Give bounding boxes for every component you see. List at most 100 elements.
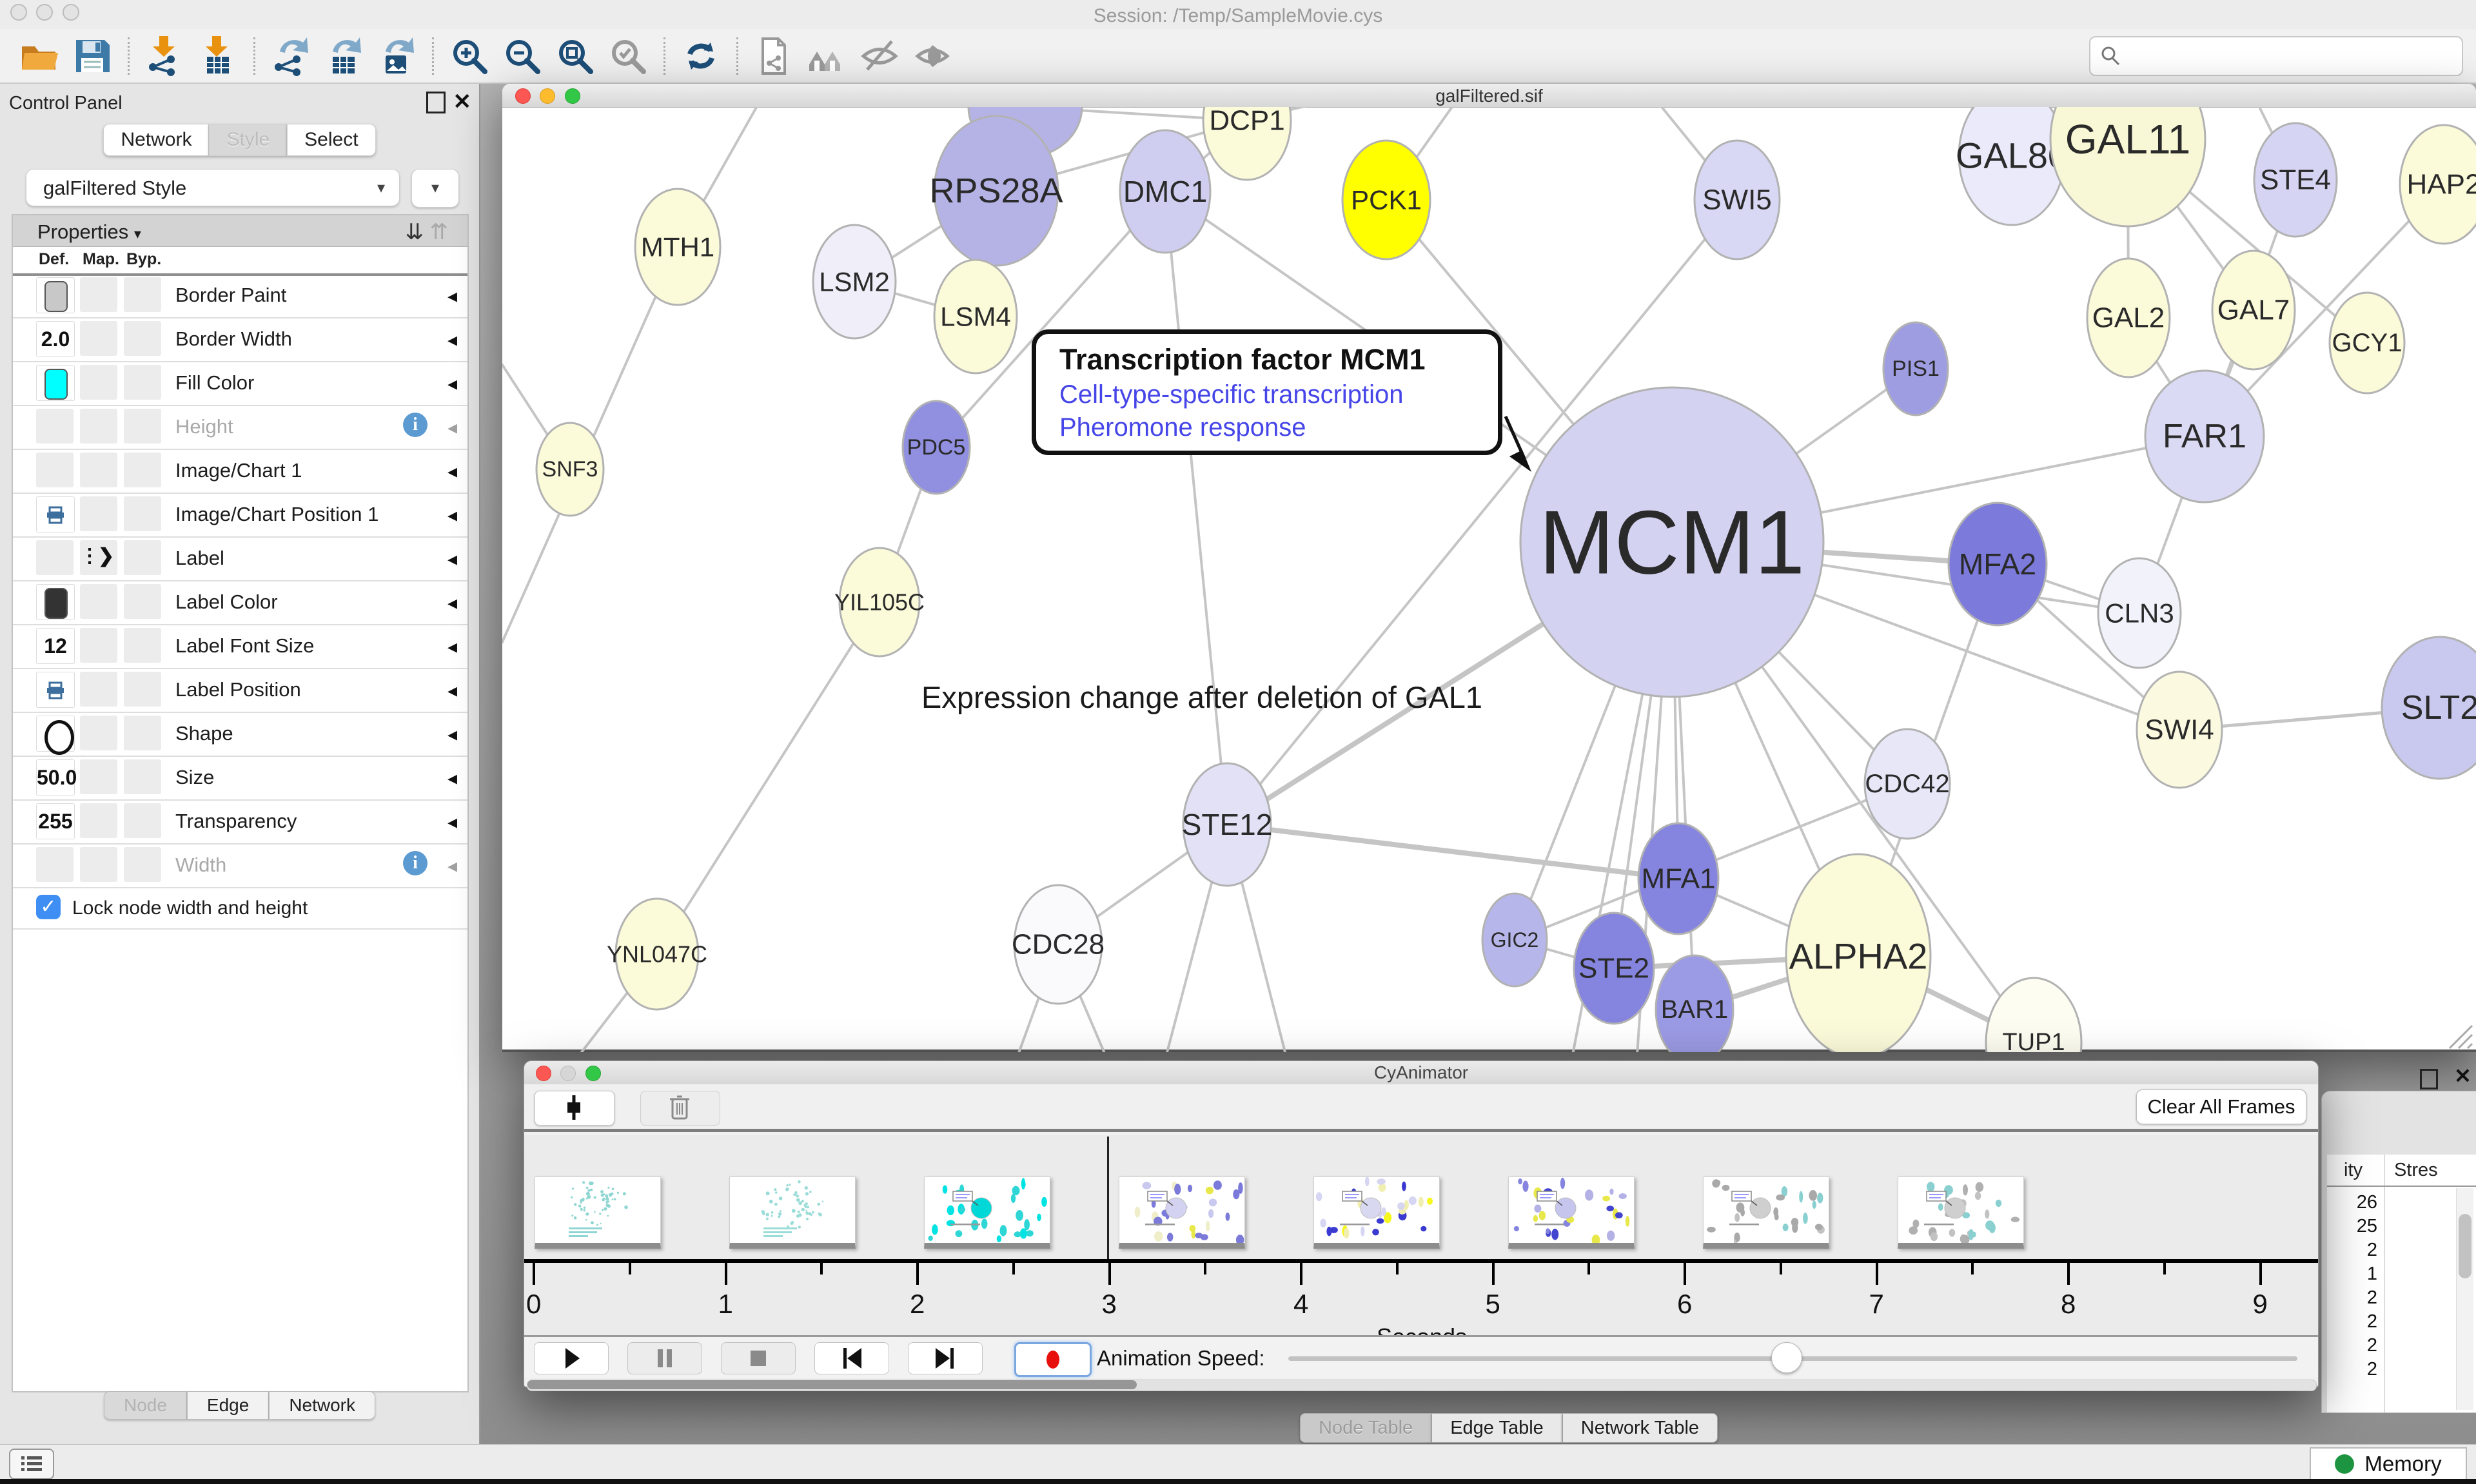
search-input[interactable]	[2121, 44, 2462, 68]
property-row-label-font-size[interactable]: 12Label Font Size◂	[13, 624, 467, 669]
scrollbar-thumb[interactable]	[527, 1380, 1137, 1389]
table-cell-value[interactable]: 2	[2327, 1359, 2377, 1380]
save-icon[interactable]	[71, 35, 113, 77]
def-cell[interactable]: 12	[36, 628, 75, 664]
network-node-ste12[interactable]: STE12	[1182, 763, 1273, 886]
property-row-image-chart-1[interactable]: Image/Chart 1◂	[13, 449, 467, 494]
expand-row-icon[interactable]: ◂	[447, 636, 457, 658]
color-swatch[interactable]	[44, 369, 68, 400]
add-frame-button[interactable]	[535, 1091, 614, 1126]
map-cell[interactable]	[80, 277, 117, 312]
network-window-titlebar[interactable]: galFiltered.sif	[502, 84, 2476, 108]
network-node-cln3[interactable]: CLN3	[2098, 558, 2181, 668]
def-cell[interactable]: 2.0	[36, 321, 75, 357]
byp-cell[interactable]	[124, 321, 161, 356]
zoom-selected-icon[interactable]	[607, 35, 649, 77]
property-row-shape[interactable]: Shape◂	[13, 712, 467, 757]
network-node-ynl047c[interactable]: YNL047C	[607, 899, 707, 1010]
tab-style[interactable]: Style	[209, 124, 287, 156]
map-cell[interactable]	[80, 365, 117, 400]
float-panel-icon[interactable]	[426, 92, 446, 113]
network-node-gic2[interactable]: GIC2	[1482, 893, 1547, 986]
close-table-panel-icon[interactable]: ✕	[2454, 1064, 2471, 1088]
property-row-size[interactable]: 50.0Size◂	[13, 756, 467, 801]
map-cell[interactable]	[80, 847, 117, 882]
expand-row-icon[interactable]: ◂	[447, 811, 457, 834]
expand-row-icon[interactable]: ◂	[447, 855, 457, 877]
network-node-ste4[interactable]: STE4	[2254, 123, 2337, 237]
memory-button[interactable]: Memory	[2310, 1447, 2467, 1481]
delete-frame-button[interactable]	[640, 1091, 720, 1126]
byp-cell[interactable]	[124, 803, 161, 838]
network-node-alpha2[interactable]: ALPHA2	[1786, 854, 1931, 1052]
byp-cell[interactable]	[124, 409, 161, 444]
open-folder-icon[interactable]	[18, 35, 61, 77]
def-cell[interactable]	[36, 453, 74, 487]
tab-edge-table[interactable]: Edge Table	[1431, 1413, 1562, 1443]
def-cell[interactable]	[36, 365, 75, 401]
frame-thumbnail-7[interactable]	[1703, 1176, 1829, 1249]
byp-cell[interactable]	[124, 628, 161, 663]
zoom-in-icon[interactable]	[448, 35, 491, 77]
property-row-border-width[interactable]: 2.0Border Width◂	[13, 317, 467, 362]
float-table-panel-icon[interactable]	[2420, 1069, 2438, 1089]
map-cell[interactable]: ⋮❯	[80, 540, 117, 575]
clear-all-frames-button[interactable]: Clear All Frames	[2136, 1089, 2306, 1124]
network-node-gal2[interactable]: GAL2	[2087, 259, 2170, 377]
def-cell[interactable]	[36, 540, 74, 575]
network-node-swi4[interactable]: SWI4	[2137, 672, 2222, 788]
def-cell[interactable]	[36, 716, 75, 752]
panel-tab-network[interactable]: Network	[269, 1391, 375, 1420]
network-node-gcy1[interactable]: GCY1	[2330, 293, 2404, 393]
export-image-icon[interactable]	[375, 35, 418, 77]
network-node-mfa1[interactable]: MFA1	[1638, 823, 1718, 934]
expand-row-icon[interactable]: ◂	[447, 767, 457, 790]
frame-thumbnail-1[interactable]	[535, 1176, 661, 1249]
table-column-header[interactable]: Stres	[2394, 1160, 2438, 1181]
def-cell[interactable]	[36, 584, 75, 620]
close-panel-icon[interactable]: ✕	[453, 89, 472, 115]
byp-cell[interactable]	[124, 584, 161, 619]
network-node-dcp1[interactable]: DCP1	[1203, 107, 1291, 180]
def-cell[interactable]: 50.0	[36, 759, 75, 796]
property-row-height[interactable]: Heighti◂	[13, 405, 467, 450]
mcm1-annotation[interactable]: Transcription factor MCM1 Cell-type-spec…	[1032, 329, 1502, 455]
info-icon[interactable]: i	[403, 851, 427, 875]
expand-row-icon[interactable]: ◂	[447, 416, 457, 439]
export-table-icon[interactable]	[322, 35, 365, 77]
style-selector[interactable]: galFiltered Style ▾	[26, 169, 400, 206]
hide-selected-icon[interactable]	[858, 35, 901, 77]
network-node-mfa2[interactable]: MFA2	[1949, 503, 2047, 625]
property-row-label-position[interactable]: Label Position◂	[13, 668, 467, 713]
def-cell[interactable]	[36, 277, 75, 313]
cyanimator-scrollbar[interactable]	[527, 1380, 2317, 1391]
color-swatch[interactable]	[44, 588, 68, 619]
default-value[interactable]: 2.0	[37, 322, 74, 356]
ellipse-shape-icon[interactable]	[44, 720, 74, 755]
byp-cell[interactable]	[124, 496, 161, 531]
def-cell[interactable]	[36, 496, 75, 532]
pause-button[interactable]	[627, 1342, 702, 1374]
search-box[interactable]	[2089, 36, 2463, 76]
play-button[interactable]	[534, 1342, 609, 1374]
default-value[interactable]: 50.0	[37, 760, 74, 795]
map-cell[interactable]	[80, 409, 117, 444]
network-node-lsm2[interactable]: LSM2	[813, 225, 896, 338]
network-edge[interactable]	[657, 602, 879, 954]
table-cell-value[interactable]: 25	[2327, 1216, 2377, 1237]
network-node-pdc5[interactable]: PDC5	[903, 401, 970, 494]
expand-row-icon[interactable]: ◂	[447, 592, 457, 614]
collapse-all-icon[interactable]: ⇈	[430, 220, 449, 244]
byp-cell[interactable]	[124, 540, 161, 575]
import-table-icon[interactable]	[197, 35, 239, 77]
lock-checkbox[interactable]: ✓	[36, 895, 61, 919]
network-node-swi5[interactable]: SWI5	[1695, 141, 1780, 259]
refresh-icon[interactable]	[680, 35, 722, 77]
expand-row-icon[interactable]: ◂	[447, 373, 457, 395]
timeline-playhead[interactable]	[1107, 1137, 1109, 1259]
property-row-label[interactable]: ⋮❯Label◂	[13, 536, 467, 581]
default-value[interactable]: 255	[37, 804, 74, 839]
table-cell-value[interactable]: 2	[2327, 1240, 2377, 1261]
property-row-fill-color[interactable]: Fill Color◂	[13, 361, 467, 406]
network-node-hap2[interactable]: HAP2	[2400, 125, 2476, 244]
